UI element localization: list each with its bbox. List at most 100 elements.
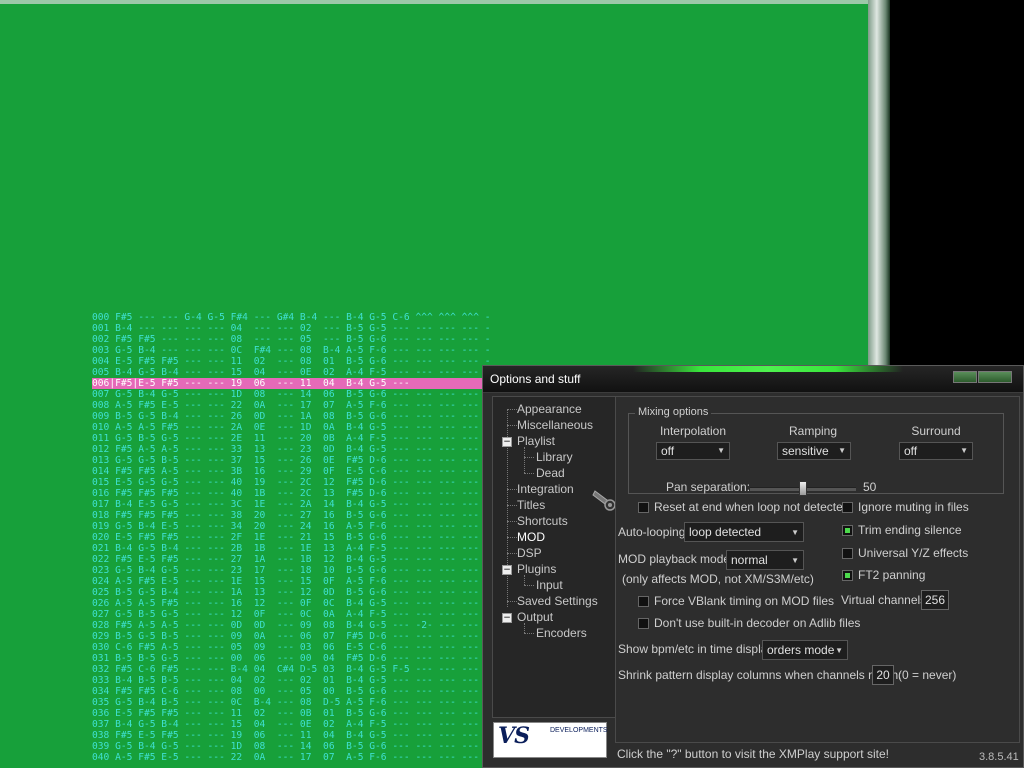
tree-item-encoders[interactable]: Encoders (536, 626, 587, 640)
tree-guide-line (507, 425, 517, 426)
plugins-collapse-toggle[interactable]: − (502, 565, 512, 575)
mod-options-panel: Mixing options Interpolation Ramping Sur… (615, 396, 1020, 743)
pattern-row: 018 F#5 F#5 F#5 --- --- 38 20 --- 27 16 … (92, 510, 492, 521)
tree-guide-line (507, 521, 517, 522)
ramping-value: sensitive (782, 444, 829, 458)
chevron-down-icon: ▼ (717, 446, 725, 455)
tree-guide-line (524, 585, 534, 586)
tree-item-integration[interactable]: Integration (517, 482, 574, 496)
pattern-row: 031 B-5 B-5 G-5 --- --- 00 06 --- 00 04 … (92, 653, 492, 664)
force-vblank-checkbox[interactable] (638, 596, 649, 607)
pattern-row: 017 B-4 E-5 G-5 --- --- 3C 1E --- 2A 14 … (92, 499, 492, 510)
universal-yz-checkbox[interactable] (842, 548, 853, 559)
auto-looping-dropdown[interactable]: loop detected ▼ (684, 522, 804, 542)
surround-label: Surround (911, 424, 961, 438)
tree-guide-line (507, 489, 517, 490)
pattern-row: 021 B-4 G-5 B-4 --- --- 2B 1B --- 1E 13 … (92, 543, 492, 554)
titlebar-glow (633, 366, 903, 372)
support-tip: Click the "?" button to visit the XMPlay… (617, 747, 889, 761)
chevron-down-icon: ▼ (835, 646, 843, 655)
dialog-title: Options and stuff (490, 372, 581, 386)
playlist-collapse-toggle[interactable]: − (502, 437, 512, 447)
ft2-panning-label: FT2 panning (858, 568, 926, 582)
tree-item-plugins[interactable]: Plugins (517, 562, 556, 576)
virtual-channels-input[interactable]: 256 (921, 590, 949, 610)
shrink-columns-note: (0 = never) (898, 668, 957, 682)
pattern-row: 005 B-4 G-5 B-4 --- --- 15 04 --- 0E 02 … (92, 367, 492, 378)
interpolation-label: Interpolation (659, 424, 727, 438)
ft2-panning-checkbox[interactable] (842, 570, 853, 581)
surround-value: off (904, 444, 918, 458)
tree-guide-line (507, 553, 517, 554)
logo-subtitle: DEVELOPMENTS (550, 727, 608, 734)
force-vblank-label: Force VBlank timing on MOD files (654, 594, 835, 608)
tree-guide-line (524, 633, 534, 634)
dont-use-adlib-label: Don't use built-in decoder on Adlib file… (654, 616, 861, 630)
shrink-columns-input[interactable]: 20 (872, 665, 894, 685)
pattern-row: 019 G-5 B-4 E-5 --- --- 34 20 --- 24 16 … (92, 521, 492, 532)
pattern-row: 007 G-5 B-4 G-5 --- --- 1D 08 --- 14 06 … (92, 389, 492, 400)
show-bpm-value: orders mode (767, 643, 835, 657)
pattern-row: 001 B-4 --- --- --- --- 04 --- --- 02 --… (92, 323, 492, 334)
logo-mark: VS (498, 723, 530, 749)
pan-separation-value: 50 (863, 480, 877, 494)
minimize-button[interactable] (953, 371, 977, 383)
tree-item-input[interactable]: Input (536, 578, 563, 592)
auto-looping-label: Auto-looping: (618, 525, 689, 539)
surround-dropdown[interactable]: off ▼ (899, 442, 973, 460)
pattern-row: 025 B-5 G-5 B-4 --- --- 1A 13 --- 12 0D … (92, 587, 492, 598)
pattern-row: 008 A-5 F#5 E-5 --- --- 22 0A --- 17 07 … (92, 400, 492, 411)
tree-item-appearance[interactable]: Appearance (517, 402, 582, 416)
pattern-row: 013 G-5 G-5 B-5 --- --- 37 15 --- 26 0E … (92, 455, 492, 466)
dialog-titlebar[interactable]: Options and stuff (483, 366, 1023, 393)
output-collapse-toggle[interactable]: − (502, 613, 512, 623)
dont-use-adlib-checkbox[interactable] (638, 618, 649, 629)
tree-item-output[interactable]: Output (517, 610, 553, 624)
trim-silence-checkbox[interactable] (842, 525, 853, 536)
pattern-row: 002 F#5 F#5 --- --- --- 08 --- --- 05 --… (92, 334, 492, 345)
tree-item-dsp[interactable]: DSP (517, 546, 542, 560)
mod-playback-mode-label: MOD playback mode: (618, 552, 734, 566)
pattern-row: 011 G-5 B-5 G-5 --- --- 2E 11 --- 20 0B … (92, 433, 492, 444)
pattern-row: 027 G-5 B-5 G-5 --- --- 12 0F --- 0C 0A … (92, 609, 492, 620)
pattern-row: 039 G-5 B-4 G-5 --- --- 1D 08 --- 14 06 … (92, 741, 492, 752)
close-button[interactable] (978, 371, 1012, 383)
tree-guide-line (524, 473, 534, 474)
ramping-dropdown[interactable]: sensitive ▼ (777, 442, 851, 460)
mod-playback-mode-value: normal (731, 553, 768, 567)
pattern-display: 000 F#5 --- --- G-4 G-5 F#4 --- G#4 B-4 … (92, 312, 492, 768)
tree-item-playlist[interactable]: Playlist (517, 434, 555, 448)
version-label: 3.8.5.41 (979, 751, 1019, 763)
pattern-row: 028 F#5 A-5 A-5 --- --- 0D 0D --- 09 08 … (92, 620, 492, 631)
tree-item-miscellaneous[interactable]: Miscellaneous (517, 418, 593, 432)
tree-guide-line (524, 447, 525, 473)
tree-item-mod[interactable]: MOD (517, 530, 545, 544)
pattern-row: 034 F#5 F#5 C-6 --- --- 08 00 --- 05 00 … (92, 686, 492, 697)
interpolation-dropdown[interactable]: off ▼ (656, 442, 730, 460)
reset-at-end-label: Reset at end when loop not detected (654, 500, 850, 514)
pattern-row: 033 B-4 B-5 B-5 --- --- 04 02 --- 02 01 … (92, 675, 492, 686)
pan-separation-slider-thumb[interactable] (799, 481, 807, 496)
pattern-row: 036 E-5 F#5 F#5 --- --- 11 02 --- 0B 01 … (92, 708, 492, 719)
interpolation-value: off (661, 444, 675, 458)
mod-playback-mode-dropdown[interactable]: normal ▼ (726, 550, 804, 570)
pattern-row: 022 F#5 E-5 F#5 --- --- 27 1A --- 1B 12 … (92, 554, 492, 565)
tree-guide-line (507, 601, 517, 602)
tree-item-dead[interactable]: Dead (536, 466, 565, 480)
tree-item-titles[interactable]: Titles (517, 498, 545, 512)
pattern-row: 010 A-5 A-5 F#5 --- --- 2A 0E --- 1D 0A … (92, 422, 492, 433)
show-bpm-dropdown[interactable]: orders mode ▼ (762, 640, 848, 660)
tree-item-library[interactable]: Library (536, 450, 573, 464)
pattern-row: 026 A-5 A-5 F#5 --- --- 16 12 --- 0F 0C … (92, 598, 492, 609)
pattern-row: 030 C-6 F#5 A-5 --- --- 05 09 --- 03 06 … (92, 642, 492, 653)
pattern-row: 015 E-5 G-5 G-5 --- --- 40 19 --- 2C 12 … (92, 477, 492, 488)
virtual-channels-label: Virtual channels: (841, 593, 930, 607)
pattern-row: 038 F#5 E-5 F#5 --- --- 19 06 --- 11 04 … (92, 730, 492, 741)
tree-guide-line (507, 505, 517, 506)
tree-item-shortcuts[interactable]: Shortcuts (517, 514, 568, 528)
tree-item-saved-settings[interactable]: Saved Settings (517, 594, 598, 608)
pattern-row: 023 G-5 B-4 G-5 --- --- 23 17 --- 18 10 … (92, 565, 492, 576)
reset-at-end-checkbox[interactable] (638, 502, 649, 513)
mod-playback-note: (only affects MOD, not XM/S3M/etc) (622, 572, 814, 586)
ignore-muting-checkbox[interactable] (842, 502, 853, 513)
